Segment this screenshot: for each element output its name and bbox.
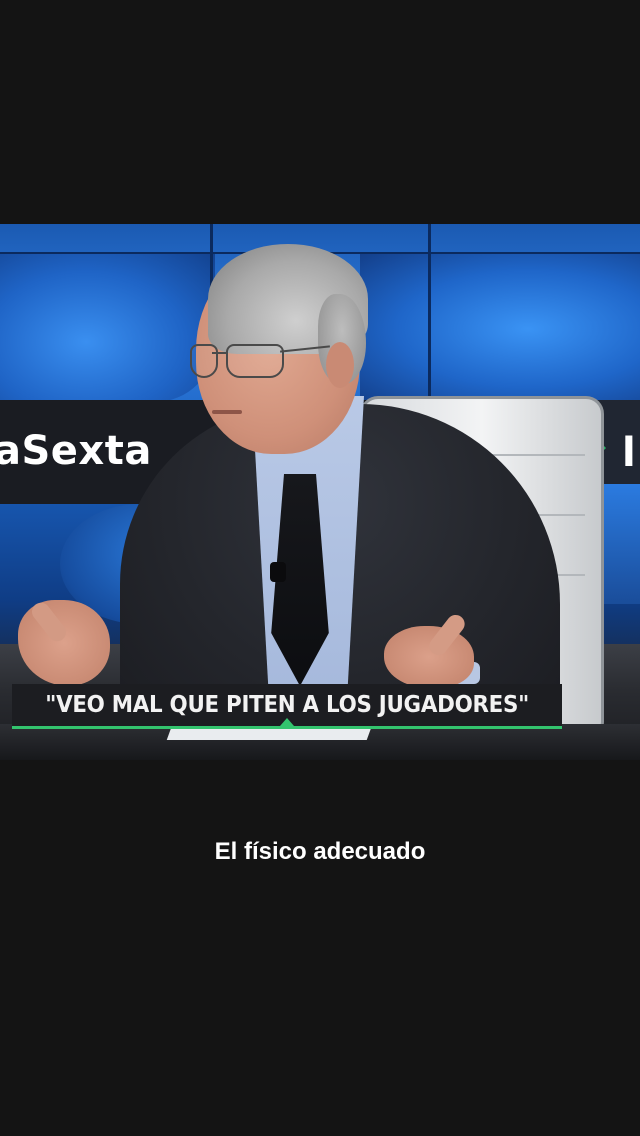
studio-screen-right bbox=[360, 254, 640, 404]
channel-logo: aSexta bbox=[0, 428, 152, 474]
person-mouth bbox=[212, 410, 242, 414]
person-right-hand bbox=[384, 626, 474, 688]
channel-logo-fragment: l bbox=[622, 430, 636, 476]
person-ear bbox=[326, 342, 354, 388]
lapel-mic-icon bbox=[270, 562, 286, 582]
caption-accent bbox=[280, 718, 294, 726]
screen-divider bbox=[428, 224, 431, 404]
page: aSexta l "VEO MAL QUE PITEN A LOS JUGADO… bbox=[0, 0, 640, 1136]
subtitle-text: El físico adecuado bbox=[214, 838, 426, 865]
video-player[interactable]: aSexta l "VEO MAL QUE PITEN A LOS JUGADO… bbox=[0, 224, 640, 760]
caption-text: "VEO MAL QUE PITEN A LOS JUGADORES" bbox=[45, 692, 529, 718]
glasses-icon bbox=[190, 344, 330, 380]
studio-screen-left bbox=[0, 252, 215, 402]
